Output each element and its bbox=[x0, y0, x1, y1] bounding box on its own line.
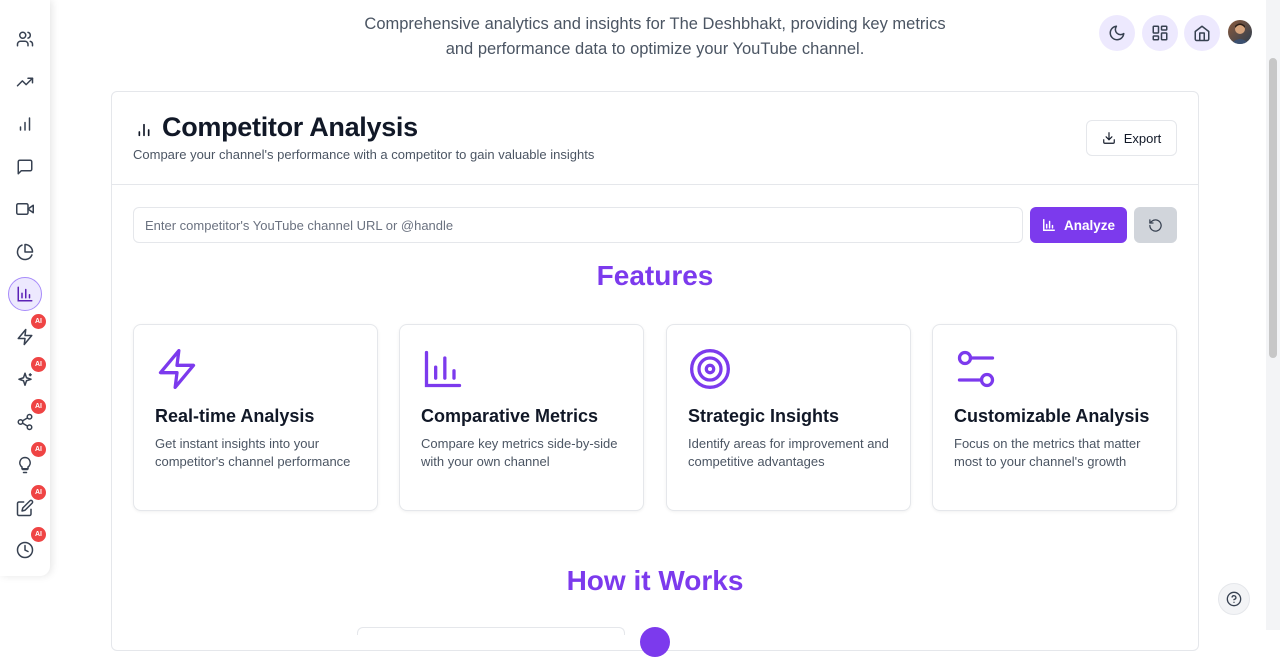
sparkles-icon bbox=[18, 372, 32, 386]
page-scrollbar[interactable] bbox=[1266, 0, 1280, 630]
sidebar-item-breakdown[interactable] bbox=[8, 235, 42, 269]
feature-title: Real-time Analysis bbox=[155, 406, 315, 426]
theme-toggle-button[interactable] bbox=[1099, 15, 1135, 51]
features-heading: Features bbox=[596, 260, 714, 291]
competitor-analysis-card: Competitor Analysis Compare your channel… bbox=[111, 91, 1199, 657]
download-icon bbox=[1102, 132, 1115, 144]
feature-title: Comparative Metrics bbox=[421, 406, 599, 426]
bar-chart-icon bbox=[19, 117, 31, 131]
trending-up-icon bbox=[16, 77, 34, 87]
sidebar-item-ai-boost[interactable]: AI bbox=[8, 314, 46, 354]
sidebar-item-videos[interactable] bbox=[8, 192, 42, 226]
dashboard-button[interactable] bbox=[1142, 15, 1178, 51]
bar-chart-icon bbox=[138, 123, 150, 137]
sidebar: AI AI AI AI AI AI bbox=[0, 0, 50, 576]
analyze-button[interactable]: Analyze bbox=[1030, 207, 1127, 243]
target-icon bbox=[690, 349, 730, 389]
export-button[interactable]: Export bbox=[1086, 120, 1177, 156]
zap-icon bbox=[158, 349, 196, 389]
ai-badge: AI bbox=[31, 399, 46, 414]
competitor-url-input[interactable] bbox=[133, 207, 1023, 243]
chart-bars-icon bbox=[1043, 219, 1055, 231]
export-label: Export bbox=[1123, 130, 1162, 146]
message-icon bbox=[17, 159, 33, 175]
lightbulb-icon bbox=[19, 456, 31, 474]
home-button[interactable] bbox=[1184, 15, 1220, 51]
bar-chart-icon bbox=[424, 350, 462, 388]
card-header: Competitor Analysis Compare your channel… bbox=[112, 92, 1198, 185]
rotate-ccw-icon bbox=[1149, 218, 1162, 232]
sidebar-item-audience[interactable] bbox=[8, 22, 42, 56]
sidebar-item-trends[interactable] bbox=[8, 65, 42, 99]
feature-card: Strategic Insights Identify areas for im… bbox=[666, 324, 911, 511]
feature-text: Focus on the metrics that matter most to… bbox=[954, 436, 1141, 469]
users-icon bbox=[16, 31, 34, 47]
analyze-label: Analyze bbox=[1063, 217, 1116, 233]
video-icon bbox=[16, 203, 34, 215]
share-icon bbox=[17, 413, 33, 431]
sidebar-item-ai-write[interactable]: AI bbox=[8, 485, 46, 525]
zap-icon bbox=[17, 328, 33, 346]
page-description: Compare your channel's performance with … bbox=[133, 147, 595, 162]
sliders-icon bbox=[957, 350, 995, 388]
clock-icon bbox=[16, 541, 34, 559]
step-number-badge bbox=[640, 627, 670, 657]
feature-card: Comparative Metrics Compare key metrics … bbox=[399, 324, 644, 511]
grid-icon bbox=[1152, 25, 1168, 41]
chart-bars-icon bbox=[17, 286, 33, 302]
page-subtitle: Comprehensive analytics and insights for… bbox=[364, 15, 946, 58]
sidebar-item-ai-share[interactable]: AI bbox=[8, 399, 46, 439]
ai-badge: AI bbox=[31, 527, 46, 542]
ai-badge: AI bbox=[31, 314, 46, 329]
feature-title: Customizable Analysis bbox=[954, 406, 1150, 426]
sidebar-item-stats[interactable] bbox=[8, 107, 42, 141]
moon-icon bbox=[1109, 25, 1125, 41]
feature-card: Real-time Analysis Get instant insights … bbox=[133, 324, 378, 511]
feature-card: Customizable Analysis Focus on the metri… bbox=[932, 324, 1177, 511]
sidebar-item-comments[interactable] bbox=[8, 150, 42, 184]
user-avatar[interactable] bbox=[1228, 20, 1252, 44]
how-it-works-heading: How it Works bbox=[566, 565, 744, 596]
reset-button[interactable] bbox=[1134, 207, 1177, 243]
scrollbar-thumb[interactable] bbox=[1269, 58, 1277, 358]
help-button[interactable] bbox=[1218, 583, 1250, 615]
ai-badge: AI bbox=[31, 442, 46, 457]
sidebar-item-ai-ideas[interactable]: AI bbox=[8, 357, 46, 397]
help-icon bbox=[1226, 591, 1242, 607]
sidebar-item-competitor[interactable] bbox=[8, 277, 42, 311]
sidebar-item-ai-tips[interactable]: AI bbox=[8, 442, 46, 482]
step-card-preview bbox=[357, 627, 625, 635]
ai-badge: AI bbox=[31, 357, 46, 372]
ai-badge: AI bbox=[31, 485, 46, 500]
feature-text: Get instant insights into your competito… bbox=[155, 436, 351, 469]
home-icon bbox=[1194, 25, 1210, 42]
edit-icon bbox=[16, 499, 34, 517]
sidebar-item-ai-history[interactable]: AI bbox=[8, 527, 46, 567]
pie-chart-icon bbox=[16, 243, 34, 261]
feature-text: Identify areas for improvement and compe… bbox=[688, 436, 889, 469]
feature-title: Strategic Insights bbox=[688, 406, 840, 426]
page-title: Competitor Analysis bbox=[162, 112, 418, 142]
feature-text: Compare key metrics side-by-side with yo… bbox=[421, 436, 618, 469]
